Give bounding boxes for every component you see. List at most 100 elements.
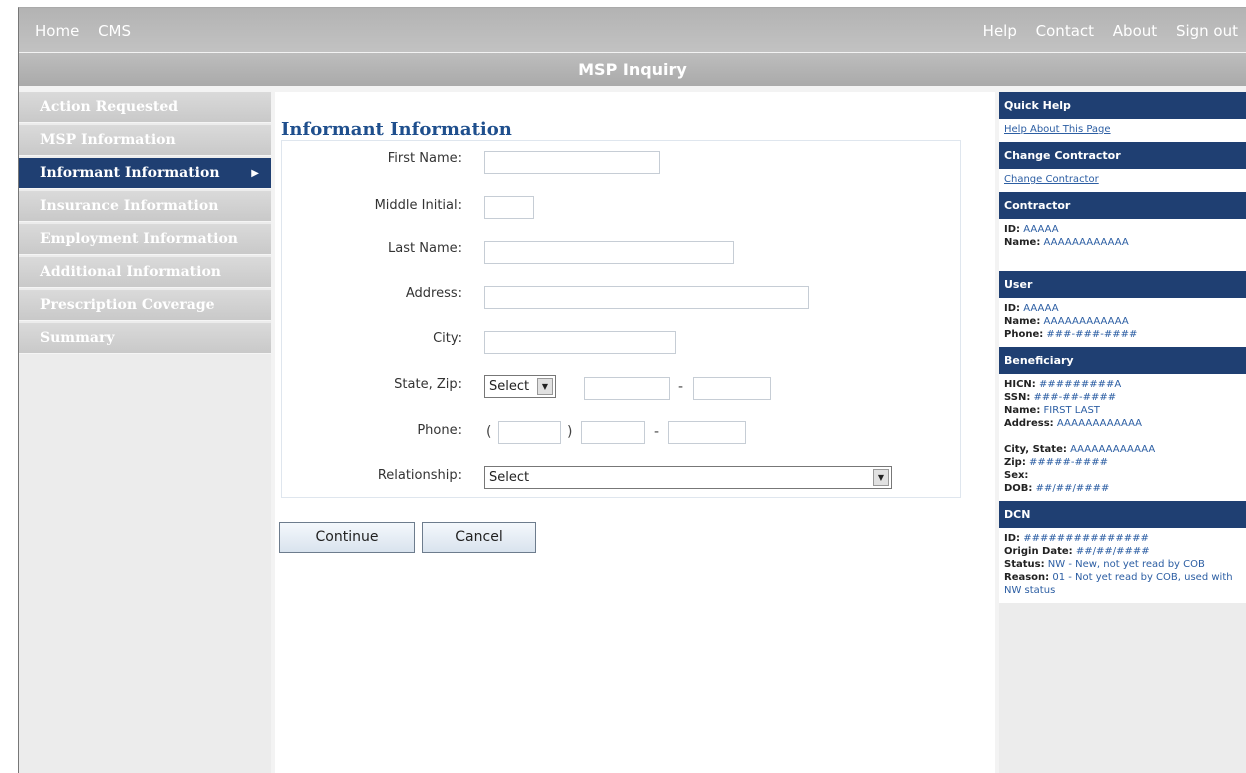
- first-name-label: First Name:: [387, 151, 462, 166]
- dcn-id-label: ID:: [1004, 533, 1021, 544]
- zip-input[interactable]: [584, 377, 670, 400]
- bene-city-state: AAAAAAAAAAAA: [1070, 444, 1156, 455]
- last-name-label: Last Name:: [388, 241, 462, 256]
- status-value: NW - New, not yet read by COB: [1047, 559, 1205, 570]
- help-link[interactable]: Help: [983, 22, 1017, 40]
- user-id: AAAAA: [1023, 303, 1059, 314]
- user-name-label: Name:: [1004, 316, 1041, 327]
- nav-prescription-coverage[interactable]: Prescription Coverage: [19, 290, 271, 321]
- quick-help-header: Quick Help: [999, 92, 1246, 119]
- state-select[interactable]: Select ▼: [484, 375, 556, 398]
- first-name-input[interactable]: [484, 151, 660, 174]
- relationship-select[interactable]: Select ▼: [484, 466, 892, 489]
- nav-label: Action Requested: [40, 99, 179, 115]
- address-label-right: Address:: [1004, 418, 1054, 429]
- hicn-label: HICN:: [1004, 379, 1036, 390]
- phone-prefix-input[interactable]: [581, 421, 645, 444]
- contractor-header: Contractor: [999, 192, 1246, 219]
- last-name-input[interactable]: [484, 241, 734, 264]
- contact-link[interactable]: Contact: [1036, 22, 1094, 40]
- city-label: City:: [433, 331, 462, 346]
- state-select-value: Select: [489, 379, 530, 394]
- home-link[interactable]: Home: [35, 22, 79, 40]
- informant-form: First Name: Middle Initial: Last Name: A…: [281, 140, 961, 498]
- relationship-select-value: Select: [489, 470, 530, 485]
- ssn-value: ###-##-####: [1033, 392, 1117, 403]
- user-name: AAAAAAAAAAAA: [1043, 316, 1129, 327]
- city-input[interactable]: [484, 331, 676, 354]
- dob-label: DOB:: [1004, 483, 1033, 494]
- nav-action-requested[interactable]: Action Requested: [19, 92, 271, 123]
- contractor-name: AAAAAAAAAAAA: [1043, 237, 1129, 248]
- nav-label: Summary: [40, 330, 115, 346]
- dcn-id: ###############: [1023, 533, 1149, 544]
- continue-button[interactable]: Continue: [279, 522, 415, 553]
- origin-date: ##/##/####: [1075, 546, 1150, 557]
- nav-label: Informant Information: [40, 165, 220, 181]
- bene-address: AAAAAAAAAAAA: [1056, 418, 1143, 429]
- nav-label: Employment Information: [40, 231, 238, 247]
- nav-insurance-information[interactable]: Insurance Information: [19, 191, 271, 222]
- sign-out-link[interactable]: Sign out: [1176, 22, 1238, 40]
- form-title: Informant Information: [281, 119, 512, 140]
- middle-initial-label: Middle Initial:: [374, 198, 462, 213]
- user-header: User: [999, 271, 1246, 298]
- phone-line-input[interactable]: [668, 421, 746, 444]
- about-link[interactable]: About: [1113, 22, 1157, 40]
- bene-dob: ##/##/####: [1035, 483, 1110, 494]
- beneficiary-header: Beneficiary: [999, 347, 1246, 374]
- address-input[interactable]: [484, 286, 809, 309]
- contractor-id-label: ID:: [1004, 224, 1021, 235]
- middle-initial-input[interactable]: [484, 196, 534, 219]
- status-label: Status:: [1004, 559, 1045, 570]
- hicn-value: #########A: [1038, 379, 1122, 390]
- dropdown-arrow-icon: ▼: [537, 378, 553, 395]
- bene-zip: #####-####: [1029, 457, 1109, 468]
- address-label: Address:: [405, 286, 462, 301]
- change-contractor-link[interactable]: Change Contractor: [1004, 174, 1099, 185]
- top-nav: Home CMS Help Contact About Sign out: [19, 8, 1246, 52]
- cancel-button[interactable]: Cancel: [422, 522, 536, 553]
- reason-label: Reason:: [1004, 572, 1050, 583]
- cms-link[interactable]: CMS: [98, 22, 131, 40]
- nav-label: Insurance Information: [40, 198, 219, 214]
- change-contractor-header: Change Contractor: [999, 142, 1246, 169]
- city-state-label: City, State:: [1004, 444, 1067, 455]
- zip-label-right: Zip:: [1004, 457, 1026, 468]
- nav-label: Additional Information: [40, 264, 221, 280]
- origin-date-label: Origin Date:: [1004, 546, 1073, 557]
- left-nav: Action Requested MSP Information Informa…: [19, 92, 271, 773]
- nav-informant-information[interactable]: Informant Information ▶: [19, 158, 271, 189]
- ssn-label: SSN:: [1004, 392, 1031, 403]
- contractor-name-label: Name:: [1004, 237, 1041, 248]
- nav-employment-information[interactable]: Employment Information: [19, 224, 271, 255]
- bene-name: FIRST LAST: [1043, 405, 1100, 416]
- phone-lparen: (: [486, 424, 492, 440]
- nav-msp-information[interactable]: MSP Information: [19, 125, 271, 156]
- app-frame: Home CMS Help Contact About Sign out MSP…: [18, 7, 1246, 773]
- dcn-header: DCN: [999, 501, 1246, 528]
- zip-dash: -: [678, 379, 684, 395]
- phone-rparen: ): [567, 424, 573, 440]
- help-about-page-link[interactable]: Help About This Page: [1004, 124, 1111, 135]
- arrow-right-icon: ▶: [251, 168, 259, 179]
- nav-label: MSP Information: [40, 132, 176, 148]
- state-zip-label: State, Zip:: [394, 377, 462, 392]
- phone-dash: -: [654, 424, 660, 440]
- sex-label: Sex:: [1004, 470, 1029, 481]
- page-title: MSP Inquiry: [19, 53, 1246, 86]
- user-id-label: ID:: [1004, 303, 1021, 314]
- nav-label: Prescription Coverage: [40, 297, 215, 313]
- relationship-label: Relationship:: [377, 468, 462, 483]
- phone-area-input[interactable]: [498, 421, 561, 444]
- user-phone-label: Phone:: [1004, 329, 1044, 340]
- nav-additional-information[interactable]: Additional Information: [19, 257, 271, 288]
- main-content: Informant Information First Name: Middle…: [275, 92, 995, 773]
- nav-summary[interactable]: Summary: [19, 323, 271, 354]
- right-sidebar: Quick Help Help About This Page Change C…: [999, 92, 1246, 773]
- zip-ext-input[interactable]: [693, 377, 771, 400]
- dropdown-arrow-icon: ▼: [873, 469, 889, 486]
- bene-name-label: Name:: [1004, 405, 1041, 416]
- phone-label: Phone:: [417, 423, 462, 438]
- contractor-id: AAAAA: [1023, 224, 1059, 235]
